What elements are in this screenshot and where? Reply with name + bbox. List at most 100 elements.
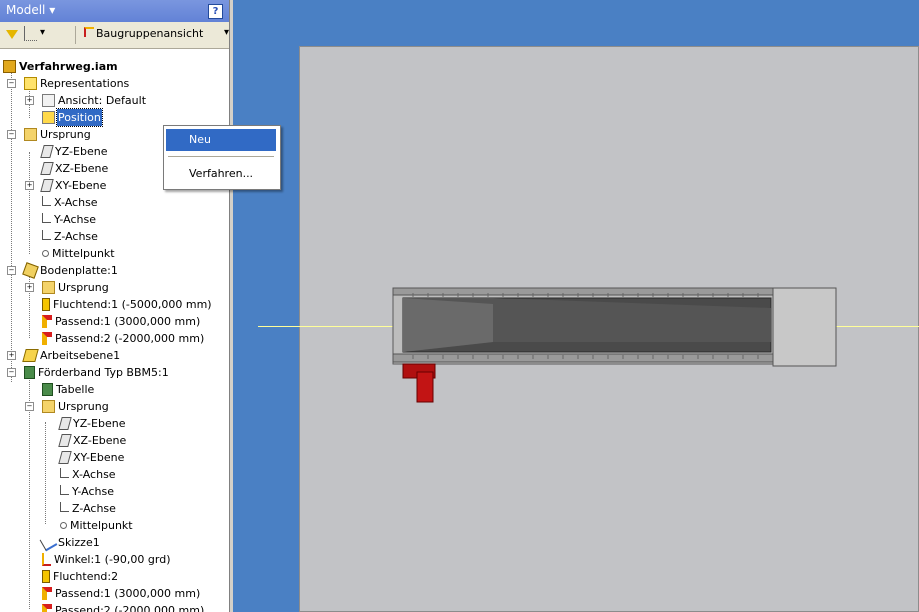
collapse-icon[interactable]: − (7, 266, 16, 275)
collapse-icon[interactable]: − (7, 130, 16, 139)
axis-icon (42, 230, 51, 240)
assembly-view-button[interactable]: Baugruppenansicht (84, 27, 203, 40)
tree-item-fb-passend1[interactable]: Passend:1 (3000,000 mm) (42, 585, 201, 602)
mate-constraint-icon (42, 604, 52, 612)
tree-item-ansicht[interactable]: Ansicht: Default (42, 92, 147, 109)
tree-item-ursprung[interactable]: Ursprung (24, 126, 92, 143)
menu-item-neu[interactable]: Neu (166, 129, 276, 151)
menu-item-verfahren[interactable]: Verfahren... (166, 163, 276, 185)
iassembly-icon (24, 366, 35, 379)
collapse-icon[interactable]: − (25, 402, 34, 411)
sketch-icon (39, 533, 58, 552)
tree-line (11, 67, 12, 382)
axis-icon (42, 196, 51, 206)
flush-constraint-icon (42, 298, 50, 311)
conveyor-head (772, 287, 837, 367)
flush-constraint-icon (42, 570, 50, 583)
tree-item-fb-z-achse[interactable]: Z-Achse (60, 500, 117, 517)
plane-icon (58, 417, 72, 430)
view-rep-icon (42, 94, 55, 107)
table-icon (42, 383, 53, 396)
tree-item-fb-mittelpunkt[interactable]: Mittelpunkt (60, 517, 134, 534)
tree-item-fb-x-achse[interactable]: X-Achse (60, 466, 117, 483)
tree-item-fb-xy-ebene[interactable]: XY-Ebene (58, 449, 125, 466)
tree-item-bp-ursprung[interactable]: Ursprung (42, 279, 110, 296)
tree-item-representations[interactable]: Representations (24, 75, 130, 92)
model-browser-panel: Modell ▾ ? ▾ Baugruppenansicht ▾ Verfahr… (0, 0, 229, 612)
tree-item-bp-passend1[interactable]: Passend:1 (3000,000 mm) (42, 313, 201, 330)
tree-item-fb-y-achse[interactable]: Y-Achse (60, 483, 115, 500)
plane-icon (58, 451, 72, 464)
context-menu: Neu Verfahren... (163, 125, 281, 190)
tree-item-fb-ursprung[interactable]: Ursprung (42, 398, 110, 415)
tree-item-position[interactable]: Position (42, 108, 103, 127)
folder-icon (42, 281, 55, 294)
tree-item-z-achse[interactable]: Z-Achse (42, 228, 99, 245)
tree-item-fb-passend2[interactable]: Passend:2 (-2000,000 mm) (42, 602, 205, 612)
graphics-viewport[interactable] (233, 0, 919, 612)
tree-item-x-achse[interactable]: X-Achse (42, 194, 99, 211)
assembly-view-icon (84, 27, 94, 37)
work-plane-icon (22, 349, 39, 362)
tree-item-root[interactable]: Verfahrweg.iam (3, 58, 119, 75)
assembly-view-label: Baugruppenansicht (96, 27, 204, 40)
axis-icon (42, 213, 51, 223)
tree-line (29, 270, 30, 338)
expand-icon[interactable]: + (25, 96, 34, 105)
tree-line (29, 152, 30, 254)
panel-title[interactable]: Modell ▾ (6, 3, 55, 17)
folder-icon (42, 400, 55, 413)
mate-constraint-icon (42, 587, 52, 600)
help-icon[interactable]: ? (208, 4, 223, 19)
plane-icon (40, 162, 54, 175)
tree-item-fb-yz-ebene[interactable]: YZ-Ebene (58, 415, 126, 432)
tree-view-icon[interactable] (24, 26, 37, 41)
panel-toolbar: ▾ Baugruppenansicht ▾ (0, 22, 229, 49)
filter-icon[interactable] (6, 30, 18, 39)
angle-constraint-icon (42, 553, 51, 566)
expand-icon[interactable]: + (25, 283, 34, 292)
tree-item-yz-ebene[interactable]: YZ-Ebene (40, 143, 108, 160)
center-point-icon (42, 250, 49, 257)
folder-icon (24, 128, 37, 141)
tree-item-bodenplatte[interactable]: Bodenplatte:1 (22, 262, 119, 279)
tree-item-fb-fluchtend[interactable]: Fluchtend:2 (42, 568, 119, 585)
plane-icon (58, 434, 72, 447)
mate-constraint-icon (42, 332, 52, 345)
tree-item-xy-ebene[interactable]: XY-Ebene (40, 177, 107, 194)
axis-icon (60, 485, 69, 495)
conveyor-top-rail (392, 287, 776, 296)
tree-item-arbeitsebene[interactable]: Arbeitsebene1 (22, 347, 121, 364)
expand-icon[interactable]: + (7, 351, 16, 360)
collapse-icon[interactable]: − (7, 368, 16, 377)
tree-item-winkel[interactable]: Winkel:1 (-90,00 grd) (42, 551, 172, 568)
tree-item-bp-passend2[interactable]: Passend:2 (-2000,000 mm) (42, 330, 205, 347)
expand-icon[interactable]: + (25, 181, 34, 190)
collapse-icon[interactable]: − (7, 79, 16, 88)
menu-separator (168, 156, 274, 157)
tree-item-mittelpunkt[interactable]: Mittelpunkt (42, 245, 116, 262)
motor-body (416, 371, 434, 403)
axis-icon (60, 468, 69, 478)
tree-line (45, 422, 46, 524)
toolbar-separator (75, 26, 76, 44)
tree-item-bp-fluchtend[interactable]: Fluchtend:1 (-5000,000 mm) (42, 296, 213, 313)
tree-item-fb-xz-ebene[interactable]: XZ-Ebene (58, 432, 127, 449)
panel-title-bar[interactable]: Modell ▾ ? (0, 0, 229, 22)
tree-item-y-achse[interactable]: Y-Achse (42, 211, 97, 228)
plane-icon (40, 179, 54, 192)
mate-constraint-icon (42, 315, 52, 328)
axis-icon (60, 502, 69, 512)
part-icon (22, 262, 39, 279)
tree-item-foerderband[interactable]: Förderband Typ BBM5:1 (24, 364, 170, 381)
assembly-icon (3, 60, 16, 73)
tree-item-skizze[interactable]: Skizze1 (39, 533, 101, 552)
center-point-icon (60, 522, 67, 529)
tree-item-tabelle[interactable]: Tabelle (42, 381, 95, 398)
view-dropdown-arrow[interactable]: ▾ (40, 27, 45, 38)
conveyor-model[interactable] (233, 0, 919, 612)
position-rep-icon (42, 111, 55, 124)
conveyor-bottom-rail (392, 353, 776, 363)
plane-icon (40, 145, 54, 158)
tree-item-xz-ebene[interactable]: XZ-Ebene (40, 160, 109, 177)
